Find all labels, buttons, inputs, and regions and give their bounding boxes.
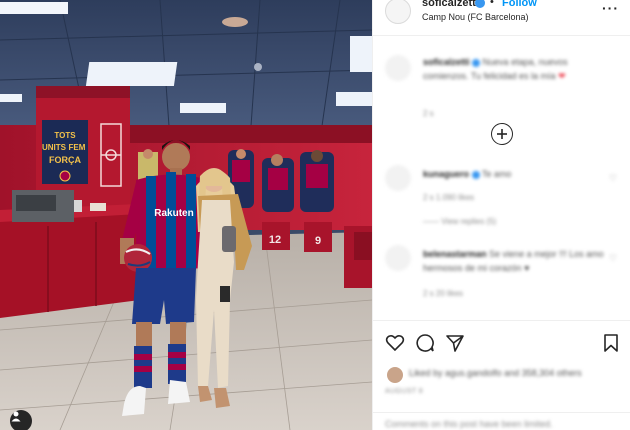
comment-meta: 2 s [423, 109, 434, 118]
user-icon [11, 411, 21, 422]
verified-badge-icon [475, 0, 485, 8]
bookmark-icon[interactable] [601, 333, 621, 353]
heart-emoji-icon: ♥ [524, 263, 530, 273]
post-header: soficalzetti • Follow Camp Nou (FC Barce… [373, 0, 630, 36]
liked-by-section: Liked by agus.gandolfo and 358,304 other… [385, 366, 625, 384]
wall-sign-line: FORÇA [49, 155, 81, 165]
ceiling-light [336, 92, 372, 106]
locker-room-scene: TOTS UNITS FEM FORÇA 12 9 Rakuten [0, 0, 372, 430]
post-date: AUGUST 8 [385, 388, 424, 395]
comment-meta: 2 s 1.090 likes [423, 193, 475, 202]
share-icon[interactable] [445, 333, 465, 353]
more-options-icon[interactable]: ··· [602, 0, 619, 16]
comments-limited-notice: Comments on this post have been limited. [385, 419, 553, 429]
comment-text: soficalzetti Nueva etapa, nuevos comienz… [423, 55, 613, 83]
ceiling-light [0, 94, 22, 102]
comment-username[interactable]: soficalzetti [423, 57, 470, 67]
heart-emoji-icon: ❤ [558, 71, 566, 81]
ceiling-light [180, 103, 226, 113]
shirt-sponsor-text: Rakuten [154, 208, 193, 219]
ceiling-light [0, 2, 68, 14]
bench-number: 9 [315, 235, 321, 247]
commenter-avatar[interactable] [385, 245, 411, 271]
ceiling-light [350, 36, 372, 72]
post-location[interactable]: Camp Nou (FC Barcelona) [422, 12, 529, 22]
verified-badge-icon [472, 58, 481, 67]
like-comment-icon[interactable]: ♡ [609, 173, 617, 184]
comment-username[interactable]: belenastarman [423, 249, 487, 259]
post-details-panel: soficalzetti • Follow Camp Nou (FC Barce… [372, 0, 630, 430]
comment-text: belenastarman Se viene a mejor !!! Los a… [423, 247, 613, 275]
post-actions-bar [373, 320, 630, 364]
view-replies-link[interactable]: —— View replies (5) [423, 217, 496, 226]
load-more-comments-button[interactable] [491, 123, 513, 145]
wall-sign-line: UNITS [42, 143, 67, 152]
author-avatar[interactable] [385, 0, 411, 24]
tagged-users-button[interactable] [10, 410, 32, 430]
author-username[interactable]: soficalzetti [422, 0, 479, 9]
comments-list: soficalzetti Nueva etapa, nuevos comienz… [373, 37, 630, 319]
like-comment-icon[interactable]: ♡ [609, 253, 617, 264]
bench-number: 12 [269, 234, 281, 246]
post-photo[interactable]: TOTS UNITS FEM FORÇA 12 9 Rakuten [0, 0, 372, 430]
follow-button[interactable]: Follow [502, 0, 537, 9]
wall-sign-line: TOTS [54, 131, 76, 140]
comment-input-area: Comments on this post have been limited. [373, 412, 630, 430]
heart-icon[interactable] [385, 333, 405, 353]
plus-circle-icon [497, 129, 507, 139]
comment-icon[interactable] [415, 333, 435, 353]
commenter-avatar[interactable] [385, 165, 411, 191]
comment-username[interactable]: kunaguero [423, 169, 469, 179]
comment-body: Te amo [481, 169, 512, 179]
comment-meta: 2 s 20 likes [423, 289, 464, 298]
wall-sign-line: FEM [69, 143, 86, 152]
verified-badge-icon [471, 170, 480, 179]
ceiling-light [85, 62, 178, 86]
separator-dot: • [490, 0, 494, 8]
commenter-avatar[interactable] [385, 55, 411, 81]
instagram-post-view: TOTS UNITS FEM FORÇA 12 9 Rakuten sofica… [0, 0, 630, 430]
liker-avatar[interactable] [387, 367, 403, 383]
comment-text: kunaguero Te amo [423, 167, 613, 181]
liked-by-text[interactable]: Liked by agus.gandolfo and 358,304 other… [409, 368, 582, 378]
